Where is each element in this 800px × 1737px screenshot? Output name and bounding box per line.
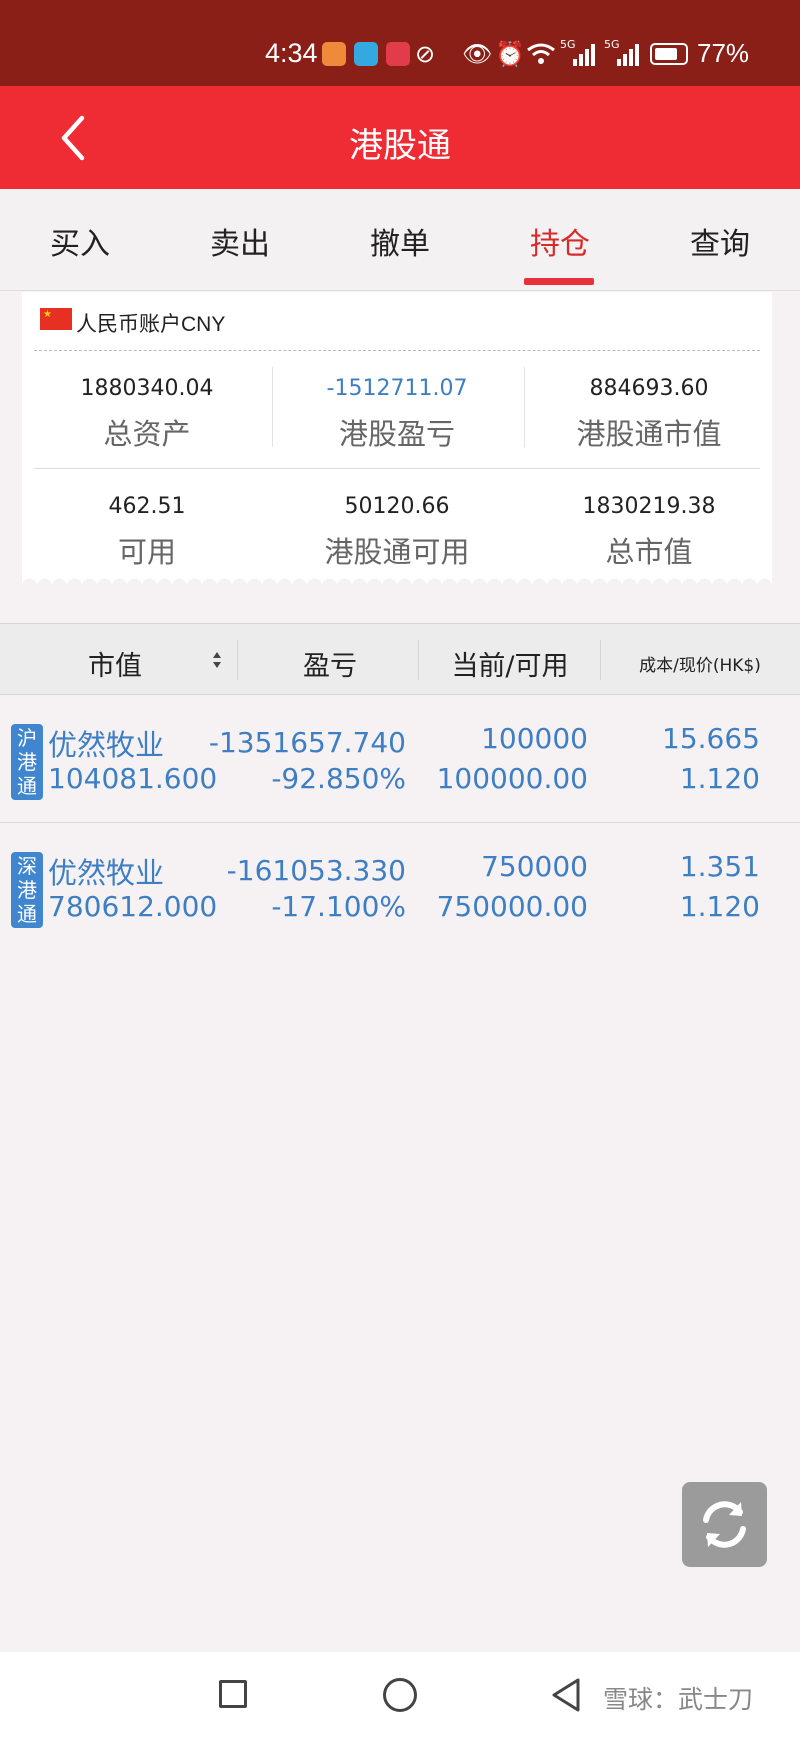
refresh-button[interactable] bbox=[682, 1482, 767, 1567]
system-back-icon[interactable] bbox=[548, 1676, 584, 1714]
divider bbox=[237, 640, 238, 680]
status-bar: 4:34 ⊘ 👁 ⏰ 5G 5G 77% bbox=[0, 0, 800, 86]
header-pnl: 盈亏 bbox=[303, 651, 357, 682]
account-summary-card: ★ 人民币账户CNY 1880340.04 总资产 -1512711.07 港股… bbox=[22, 292, 774, 586]
header-current-available: 当前/可用 bbox=[451, 651, 569, 682]
available: 462.51 可用 bbox=[22, 494, 272, 571]
header-market-value[interactable]: 市值 bbox=[60, 644, 170, 683]
total-assets: 1880340.04 总资产 bbox=[22, 376, 272, 453]
hk-connect-available: 50120.66 港股通可用 bbox=[272, 494, 522, 571]
tab-positions[interactable]: 持仓 bbox=[480, 219, 640, 263]
tab-cancel-order[interactable]: 撤单 bbox=[320, 219, 480, 263]
battery-percent: 77% bbox=[697, 38, 750, 68]
available-value: 462.51 bbox=[108, 494, 186, 519]
tab-buy[interactable]: 买入 bbox=[0, 219, 160, 263]
stock-available-qty: 750000.00 bbox=[436, 890, 588, 923]
ticket-edge bbox=[22, 578, 772, 586]
divider bbox=[34, 468, 760, 469]
hk-pnl-value: -1512711.07 bbox=[326, 376, 468, 401]
stock-cost: 1.351 bbox=[679, 850, 760, 883]
holding-row[interactable]: 深港通 优然牧业 780612.000 -161053.330 -17.100%… bbox=[0, 824, 800, 951]
signal-icon bbox=[573, 44, 595, 66]
stock-pnl: -1351657.740 bbox=[208, 726, 406, 759]
xiaohongshu-icon bbox=[386, 42, 410, 66]
home-icon[interactable] bbox=[383, 1678, 417, 1712]
divider bbox=[600, 640, 601, 680]
stock-available-qty: 100000.00 bbox=[436, 762, 588, 795]
total-market-value: 1830219.38 总市值 bbox=[524, 494, 774, 571]
holding-row[interactable]: 沪港通 优然牧业 104081.600 -1351657.740 -92.850… bbox=[0, 696, 800, 823]
hk-pnl: -1512711.07 港股盈亏 bbox=[272, 376, 522, 453]
stock-price: 1.120 bbox=[679, 762, 760, 795]
link-icon: ⊘ bbox=[415, 40, 436, 68]
available-label: 可用 bbox=[117, 535, 176, 569]
hk-connect-market-value: 884693.60 港股通市值 bbox=[524, 376, 774, 453]
hk-connect-market-value-label: 港股通市值 bbox=[576, 417, 722, 451]
header-cost-price: 成本/现价(HK$) bbox=[639, 656, 761, 676]
nav-bar: 港股通 bbox=[0, 86, 800, 189]
stock-name: 优然牧业 bbox=[48, 728, 165, 762]
sort-icon[interactable] bbox=[211, 649, 223, 671]
market-tag: 沪港通 bbox=[11, 724, 43, 800]
china-flag-icon: ★ bbox=[40, 308, 72, 330]
status-time: 4:34 bbox=[265, 38, 318, 68]
alarm-icon: ⏰ bbox=[495, 40, 525, 68]
account-name: 人民币账户CNY bbox=[76, 313, 226, 336]
stock-market-value: 780612.000 bbox=[48, 890, 218, 923]
stock-price: 1.120 bbox=[679, 890, 760, 923]
divider bbox=[34, 350, 760, 351]
battery-level bbox=[655, 48, 677, 60]
hk-connect-available-value: 50120.66 bbox=[344, 494, 450, 519]
tab-bar: 买入 卖出 撤单 持仓 查询 bbox=[0, 189, 800, 291]
stock-pnl-percent: -17.100% bbox=[271, 890, 406, 923]
stock-market-value: 104081.600 bbox=[48, 762, 218, 795]
watermark: 雪球：武士刀 bbox=[603, 1685, 754, 1714]
market-tag: 深港通 bbox=[11, 852, 43, 928]
total-market-value-value: 1830219.38 bbox=[582, 494, 716, 519]
hk-pnl-label: 港股盈亏 bbox=[338, 417, 455, 451]
total-market-value-label: 总市值 bbox=[605, 535, 693, 569]
active-tab-indicator bbox=[524, 278, 594, 285]
wifi-icon bbox=[527, 43, 555, 64]
reader-icon bbox=[354, 42, 378, 66]
refresh-icon bbox=[703, 1501, 746, 1548]
stock-name: 优然牧业 bbox=[48, 856, 165, 890]
hk-connect-market-value-value: 884693.60 bbox=[589, 376, 709, 401]
battery-icon bbox=[650, 43, 688, 65]
stock-pnl: -161053.330 bbox=[226, 854, 406, 887]
hk-connect-available-label: 港股通可用 bbox=[324, 535, 470, 569]
page-title: 港股通 bbox=[349, 126, 451, 166]
stock-current-qty: 100000 bbox=[481, 722, 588, 755]
stock-current-qty: 750000 bbox=[481, 850, 588, 883]
tab-query[interactable]: 查询 bbox=[640, 219, 800, 263]
holdings-table-header: 市值 盈亏 当前/可用 成本/现价(HK$) bbox=[0, 623, 800, 695]
taobao-icon bbox=[322, 42, 346, 66]
recent-apps-icon[interactable] bbox=[219, 1680, 247, 1708]
stock-cost: 15.665 bbox=[662, 722, 760, 755]
eye-icon: 👁 bbox=[462, 40, 493, 68]
tab-sell[interactable]: 卖出 bbox=[160, 219, 320, 263]
total-assets-label: 总资产 bbox=[103, 417, 191, 451]
signal-icon-2 bbox=[617, 44, 639, 66]
total-assets-value: 1880340.04 bbox=[80, 376, 214, 401]
divider bbox=[418, 640, 419, 680]
stock-pnl-percent: -92.850% bbox=[271, 762, 406, 795]
